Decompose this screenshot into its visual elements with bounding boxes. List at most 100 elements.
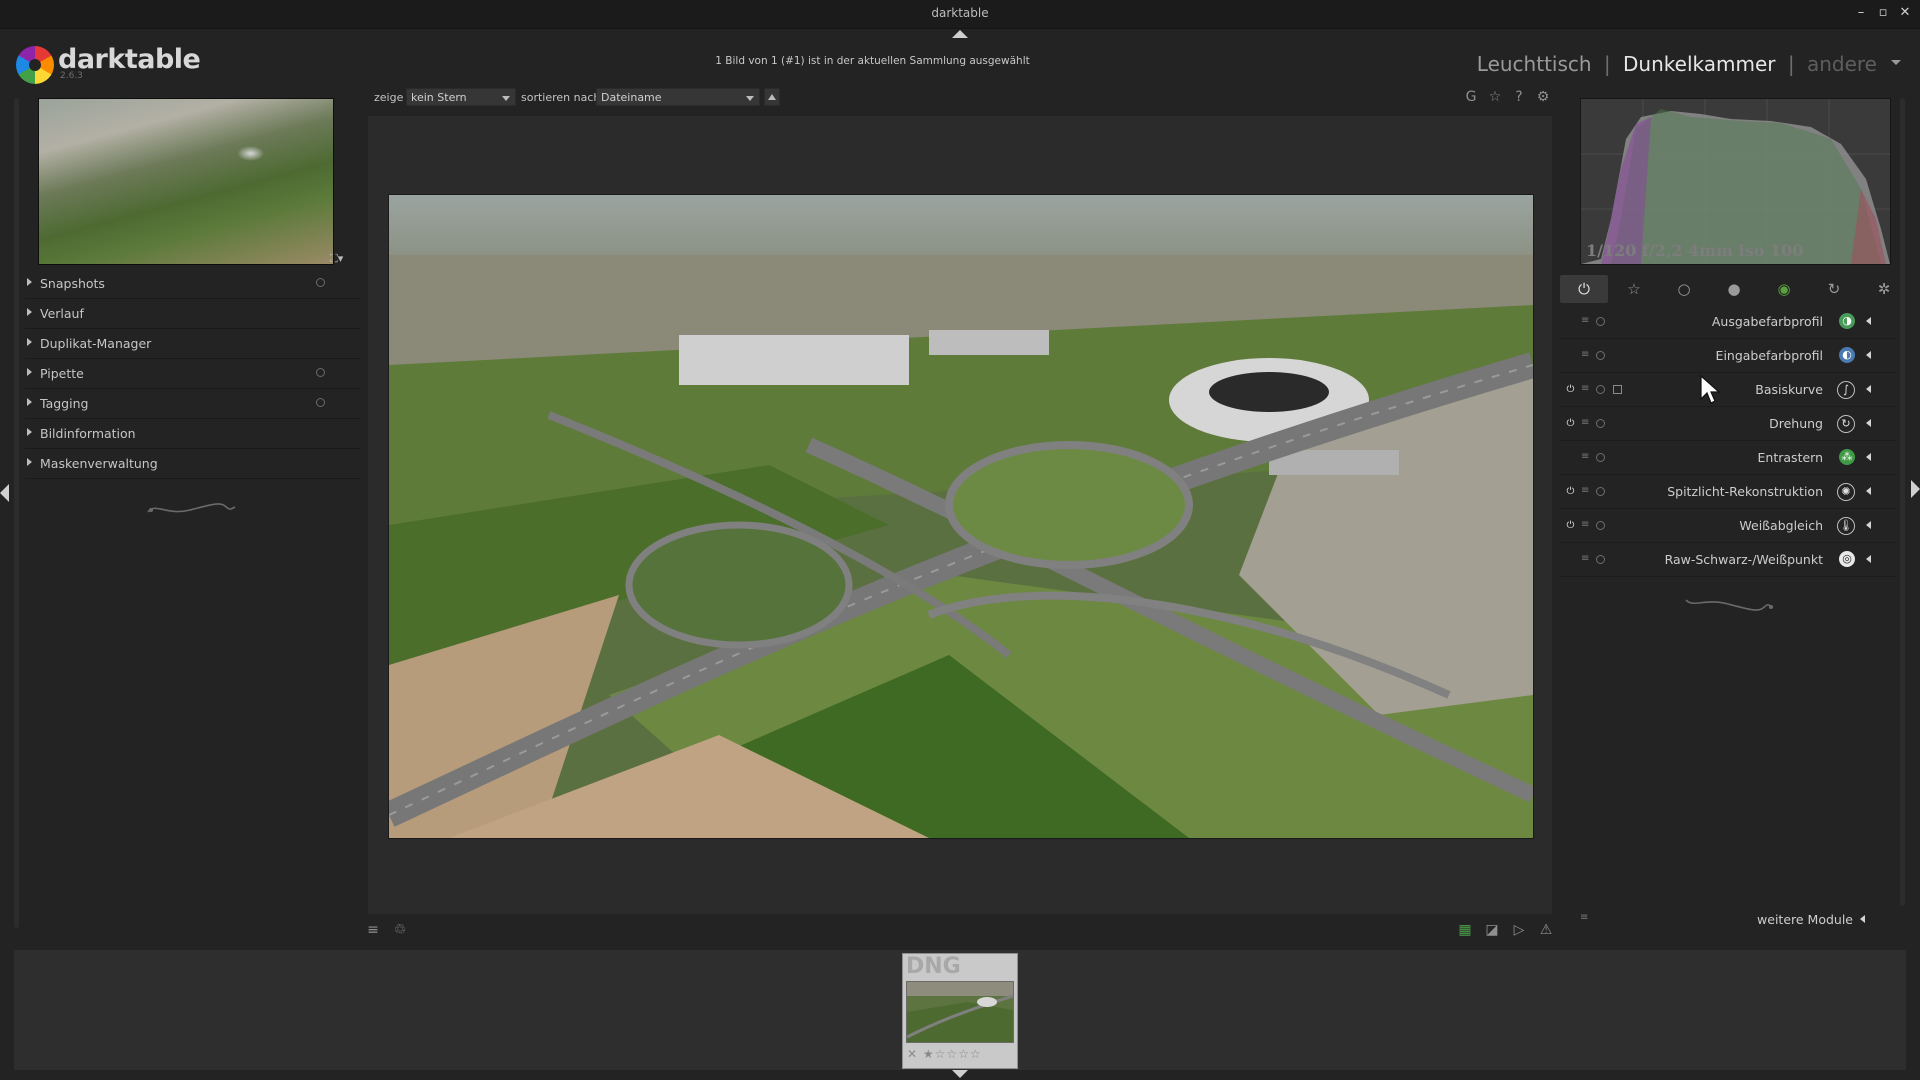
presets-icon[interactable]: [1596, 317, 1605, 326]
presets-icon[interactable]: [1596, 555, 1605, 564]
module-power-icon[interactable]: ⏻: [1565, 384, 1576, 395]
presets-icon[interactable]: [316, 398, 325, 407]
module-tagging[interactable]: Tagging: [25, 389, 360, 419]
module-mask-manager[interactable]: Maskenverwaltung: [25, 449, 360, 479]
module-history[interactable]: Verlauf: [25, 299, 360, 329]
window-title-bar[interactable]: darktable – ▫ ✕: [0, 0, 1920, 29]
module-snapshots[interactable]: Snapshots: [25, 269, 360, 299]
more-modules-label: weitere Module: [1757, 912, 1853, 927]
module-raw-black-white-point[interactable]: ≡ Raw-Schwarz-/Weißpunkt ◎: [1560, 543, 1897, 577]
maximize-icon[interactable]: ▫: [1875, 5, 1891, 21]
styles-icon[interactable]: ♲: [392, 922, 408, 938]
more-modules-menu-icon[interactable]: ≡: [1580, 912, 1588, 923]
presets-icon[interactable]: [1596, 419, 1605, 428]
expand-arrow-icon[interactable]: [1866, 521, 1871, 529]
module-rotation[interactable]: ⏻ ≡ Drehung ↻: [1560, 407, 1897, 441]
multi-instance-icon[interactable]: ≡: [1581, 519, 1589, 530]
tone-group-icon[interactable]: ●: [1710, 275, 1758, 303]
module-white-balance[interactable]: ⏻ ≡ Weißabgleich 🌡: [1560, 509, 1897, 543]
file-extension-label: DNG: [906, 954, 961, 979]
show-label: zeige: [374, 91, 404, 104]
basic-group-icon[interactable]: ○: [1660, 275, 1708, 303]
multi-instance-icon[interactable]: ≡: [1581, 553, 1589, 564]
presets-icon[interactable]: [1596, 385, 1605, 394]
reset-icon[interactable]: [1613, 385, 1622, 394]
overexposed-indicator-icon[interactable]: ◪: [1484, 922, 1500, 938]
presets-icon[interactable]: [316, 278, 325, 287]
color-group-icon[interactable]: ◉: [1760, 275, 1808, 303]
module-power-icon[interactable]: ⏻: [1565, 418, 1576, 429]
rating-filter-select[interactable]: kein Stern: [406, 88, 516, 106]
module-base-curve[interactable]: ⏻ ≡ Basiskurve ∫: [1560, 373, 1897, 407]
sort-ascending-icon[interactable]: [764, 88, 780, 106]
right-panel-scrollbar[interactable]: [1900, 98, 1905, 906]
module-duplicate-manager[interactable]: Duplikat-Manager: [25, 329, 360, 359]
more-modules[interactable]: ≡ weitere Module: [1560, 906, 1897, 932]
left-panel-scrollbar[interactable]: [14, 98, 19, 928]
module-power-icon[interactable]: ⏻: [1565, 486, 1576, 497]
multi-instance-icon[interactable]: ≡: [1581, 485, 1589, 496]
presets-icon[interactable]: [1596, 487, 1605, 496]
preferences-gear-icon[interactable]: ⚙: [1534, 88, 1552, 106]
module-input-color-profile[interactable]: ≡ Eingabefarbprofil ◐: [1560, 339, 1897, 373]
multi-instance-icon[interactable]: ≡: [1581, 349, 1589, 360]
active-modules-power-icon[interactable]: ⏻: [1560, 275, 1608, 303]
grouping-icon[interactable]: G: [1462, 88, 1480, 106]
navigation-preview[interactable]: [38, 98, 334, 265]
view-lighttable[interactable]: Leuchttisch: [1477, 52, 1592, 76]
softproof-icon[interactable]: ▷: [1511, 922, 1527, 938]
expand-arrow-icon[interactable]: [1866, 317, 1871, 325]
expand-arrow-icon[interactable]: [1866, 351, 1871, 359]
effect-group-icon[interactable]: ✲: [1860, 275, 1908, 303]
collapse-bottom-panel-icon[interactable]: [952, 1070, 968, 1078]
presets-icon[interactable]: [1596, 521, 1605, 530]
collapse-right-panel-icon[interactable]: [1911, 480, 1920, 498]
histogram[interactable]: 1/120 f/2,2 4mm iso 100: [1580, 98, 1891, 265]
module-image-information[interactable]: Bildinformation: [25, 419, 360, 449]
filmstrip-thumbnail[interactable]: DNG ✕ ★☆☆☆☆: [902, 953, 1018, 1069]
expand-arrow-icon[interactable]: [1866, 385, 1871, 393]
main-image[interactable]: [388, 194, 1534, 839]
module-highlight-reconstruction[interactable]: ⏻ ≡ Spitzlicht-Rekonstruktion ✺: [1560, 475, 1897, 509]
expand-arrow-icon[interactable]: [1866, 487, 1871, 495]
collapse-left-panel-icon[interactable]: [0, 484, 9, 502]
gamut-check-icon[interactable]: ⚠: [1538, 922, 1554, 938]
module-power-icon[interactable]: ⏻: [1565, 520, 1576, 531]
multi-instance-icon[interactable]: ≡: [1581, 383, 1589, 394]
sort-by-select[interactable]: Dateiname: [596, 88, 760, 106]
minimize-icon[interactable]: –: [1853, 5, 1869, 21]
view-other[interactable]: andere: [1807, 52, 1877, 76]
close-icon[interactable]: ✕: [1897, 5, 1913, 21]
collapse-top-panel-icon[interactable]: [952, 30, 968, 38]
expand-arrow-icon: [27, 338, 32, 346]
presets-icon[interactable]: [1596, 453, 1605, 462]
navigation-zoom-icon[interactable]: ⛶▾: [330, 252, 343, 266]
star-overlay-icon[interactable]: ☆: [1486, 88, 1504, 106]
color-assessment-icon[interactable]: ▦: [1457, 922, 1473, 938]
expand-arrow-icon[interactable]: [1866, 555, 1871, 563]
help-icon[interactable]: ?: [1510, 88, 1528, 106]
multi-instance-icon[interactable]: ≡: [1581, 451, 1589, 462]
rating-stars[interactable]: ✕ ★☆☆☆☆: [907, 1047, 982, 1061]
dropdown-caret-icon: [746, 96, 754, 101]
sort-label: sortieren nach: [521, 91, 601, 104]
presets-icon[interactable]: [1596, 351, 1605, 360]
darktable-logo: [16, 46, 54, 84]
presets-icon[interactable]: [316, 368, 325, 377]
presets-menu-icon[interactable]: ≡: [365, 922, 381, 938]
white-balance-icon: 🌡: [1837, 517, 1855, 535]
favorites-star-icon[interactable]: ☆: [1610, 275, 1658, 303]
expand-arrow-icon[interactable]: [1866, 419, 1871, 427]
expand-arrow-icon[interactable]: [1866, 453, 1871, 461]
module-output-color-profile[interactable]: ≡ Ausgabefarbprofil ◑: [1560, 305, 1897, 339]
top-toolbar: zeige kein Stern sortieren nach Dateinam…: [368, 86, 1552, 110]
module-color-picker[interactable]: Pipette: [25, 359, 360, 389]
view-darkroom[interactable]: Dunkelkammer: [1623, 52, 1775, 76]
expand-arrow-icon[interactable]: [1860, 915, 1865, 923]
correct-group-icon[interactable]: ↻: [1810, 275, 1858, 303]
multi-instance-icon[interactable]: ≡: [1581, 315, 1589, 326]
module-demosaic[interactable]: ≡ Entrastern ⁂: [1560, 441, 1897, 475]
views-dropdown-icon[interactable]: [1891, 60, 1901, 65]
panel-end-ornament: [1685, 599, 1774, 611]
multi-instance-icon[interactable]: ≡: [1581, 417, 1589, 428]
